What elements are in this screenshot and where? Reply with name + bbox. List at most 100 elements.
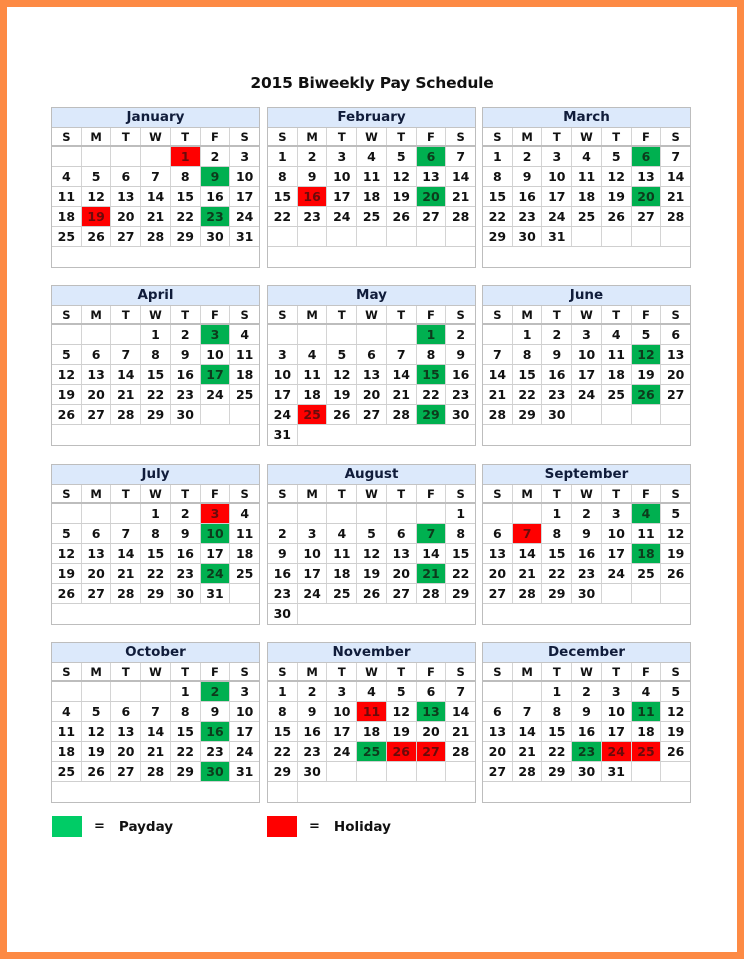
day-cell: 29 xyxy=(513,405,543,424)
weekday-label: S xyxy=(268,128,298,145)
week-row: 9 10 11 12 13 14 15 xyxy=(268,544,475,564)
day-cell: 12 xyxy=(666,526,685,541)
week-row: 15 16 17 18 19 20 21 xyxy=(483,187,690,207)
day-cell: 5 xyxy=(327,345,358,364)
day-cell: 22 xyxy=(171,207,201,226)
day-cell: 21 xyxy=(513,742,543,761)
day-cell: 15 xyxy=(141,365,171,384)
empty-cell xyxy=(111,682,142,701)
day-cell: 18 xyxy=(235,367,254,382)
day-cell: 20 xyxy=(387,564,417,583)
weekday-label: T xyxy=(387,306,417,323)
empty-cell xyxy=(230,405,259,424)
weekday-label: W xyxy=(572,128,602,145)
week-row xyxy=(268,227,475,247)
day-cell: 5 xyxy=(671,506,681,521)
week-row: 3456789 xyxy=(268,345,475,365)
day-cell-holiday: 16 xyxy=(297,187,328,206)
weekday-label: T xyxy=(602,128,632,145)
day-cell: 26 xyxy=(357,584,387,603)
day-cell: 10 xyxy=(327,702,358,721)
day-cell: 12 xyxy=(387,702,417,721)
weekday-label: S xyxy=(52,306,82,323)
day-cell: 27 xyxy=(483,584,513,603)
day-cell: 25 xyxy=(235,566,254,581)
month-name: February xyxy=(268,108,475,128)
empty-cell xyxy=(446,227,475,246)
week-row: 5 6 7 8 9 10 11 xyxy=(52,524,259,544)
week-row: 23 24 25 26 27 28 29 xyxy=(268,584,475,604)
day-cell: 29 xyxy=(171,227,201,246)
weekday-label: F xyxy=(417,128,447,145)
month-april: April S M T W T F S 1 2 3 4 5 6 7 8 9 10 11 12 13 14 15 16 17 18 1… xyxy=(51,285,260,446)
month-may: May S M T W T F S 1 2 3 4 5 6 7 8 9 10 11 12 13 14 15 16 17 18 19 2… xyxy=(267,285,476,446)
day-cell: 16 xyxy=(451,367,470,382)
day-cell: 21 xyxy=(451,724,470,739)
day-cell-payday: 23 xyxy=(200,207,231,226)
day-cell: 6 xyxy=(111,702,142,721)
day-cell: 17 xyxy=(268,385,298,404)
day-cell: 31 xyxy=(201,584,231,603)
day-cell: 15 xyxy=(171,722,201,741)
day-cell: 3 xyxy=(240,684,250,699)
day-cell: 29 xyxy=(268,762,298,781)
day-cell: 13 xyxy=(111,722,142,741)
day-cell: 14 xyxy=(451,169,470,184)
legend-payday-label: Payday xyxy=(118,818,174,835)
day-cell-payday: 29 xyxy=(416,405,447,424)
week-row: 1234567 xyxy=(268,147,475,167)
day-cell: 8 xyxy=(542,702,573,721)
holiday-swatch xyxy=(267,816,297,837)
day-cell: 15 xyxy=(268,187,298,206)
day-cell: 3 xyxy=(602,504,632,523)
empty-merged-cell xyxy=(52,782,259,802)
day-cell: 22 xyxy=(542,564,573,583)
weekday-header-row: SMTWTFS xyxy=(52,306,259,325)
day-cell: 26 xyxy=(82,762,112,781)
empty-merged-cell xyxy=(483,604,690,624)
week-row: 4 5 6 7 8 9 10 xyxy=(52,167,259,187)
day-cell: 24 xyxy=(602,564,632,583)
week-row: 18 19 20 21 22 23 24 xyxy=(52,742,259,762)
empty-merged-cell xyxy=(52,604,259,624)
extra-week-row xyxy=(52,782,259,802)
empty-cell xyxy=(82,682,112,701)
empty-merged-cell xyxy=(52,247,259,267)
day-cell: 5 xyxy=(52,345,82,364)
day-cell: 30 xyxy=(171,405,201,424)
day-cell: 10 xyxy=(602,702,632,721)
day-cell: 16 xyxy=(513,187,543,206)
day-cell: 22 xyxy=(141,564,171,583)
day-cell: 6 xyxy=(483,702,513,721)
day-cell: 25 xyxy=(602,385,632,404)
month-name: January xyxy=(52,108,259,128)
day-cell: 17 xyxy=(572,365,602,384)
day-cell: 19 xyxy=(387,722,417,741)
day-cell: 6 xyxy=(387,524,417,543)
empty-cell xyxy=(357,325,387,344)
day-cell: 27 xyxy=(111,227,142,246)
day-cell: 20 xyxy=(483,742,513,761)
day-cell: 7 xyxy=(513,702,543,721)
day-cell: 31 xyxy=(235,229,254,244)
day-cell: 13 xyxy=(632,167,662,186)
day-cell: 8 xyxy=(513,345,543,364)
weekday-label: T xyxy=(171,128,201,145)
day-cell: 5 xyxy=(602,147,632,166)
day-cell: 22 xyxy=(141,385,171,404)
day-cell: 7 xyxy=(387,345,417,364)
weekday-label: M xyxy=(298,485,328,502)
day-cell-payday: 15 xyxy=(416,365,447,384)
weekday-label: F xyxy=(201,663,231,680)
weekday-label: M xyxy=(298,663,328,680)
empty-cell xyxy=(387,762,417,781)
day-cell: 20 xyxy=(111,207,142,226)
day-cell: 21 xyxy=(387,385,417,404)
day-cell: 23 xyxy=(542,385,573,404)
day-cell: 30 xyxy=(542,405,573,424)
weekday-label: W xyxy=(357,485,387,502)
day-cell: 1 xyxy=(141,504,171,523)
day-cell: 23 xyxy=(298,207,328,226)
day-cell: 27 xyxy=(82,584,112,603)
month-november: November S M T W T F S 1 2 3 4 5 6 7 8 9 10 11 12 13 14 15 16 17… xyxy=(267,642,476,803)
